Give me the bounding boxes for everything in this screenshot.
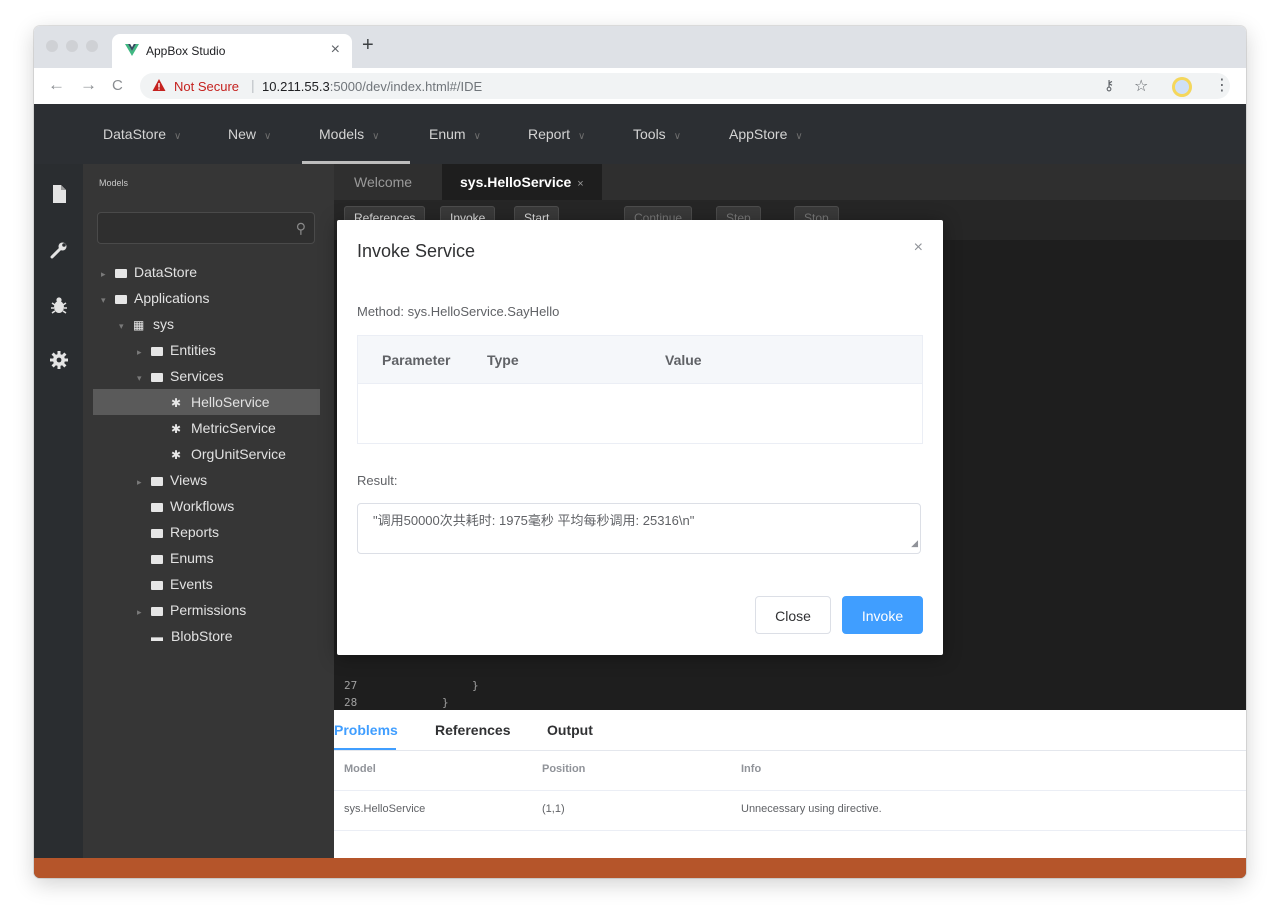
window-controls [46, 40, 98, 52]
close-icon[interactable]: × [914, 239, 923, 257]
reload-icon[interactable]: C [112, 77, 123, 94]
table-header: Parameter Type Value [358, 336, 922, 384]
minimize-window-button[interactable] [66, 40, 78, 52]
url-host: 10.211.55.3 [262, 79, 330, 94]
browser-tabbar: AppBox Studio × + [34, 26, 1246, 68]
parameter-table: Parameter Type Value [357, 335, 923, 444]
method-label: Method: sys.HelloService.SayHello [357, 304, 560, 319]
column-header-parameter: Parameter [382, 352, 451, 368]
back-icon[interactable]: ← [48, 75, 65, 95]
address-toolbar: ← → C Not Secure | 10.211.55.3:5000/dev/… [34, 68, 1246, 105]
vue-logo-icon [125, 44, 139, 56]
new-tab-button[interactable]: + [362, 34, 374, 57]
password-key-icon[interactable]: ⚷ [1104, 77, 1114, 94]
omnibox-separator: | [251, 77, 255, 93]
close-button[interactable]: Close [755, 596, 831, 634]
warning-icon [152, 79, 166, 91]
result-text: "调用50000次共耗时: 1975毫秒 平均每秒调用: 25316\n" [373, 513, 695, 528]
close-window-button[interactable] [46, 40, 58, 52]
forward-icon[interactable]: → [80, 75, 97, 95]
resize-grip-icon[interactable]: ◢ [911, 534, 918, 552]
browser-tab-title: AppBox Studio [146, 44, 226, 58]
app-root: DataStore ∨ New ∨ Models ∨ Enum ∨ Report ∨ To… [34, 104, 1246, 878]
column-header-type: Type [487, 352, 519, 368]
result-textarea[interactable]: "调用50000次共耗时: 1975毫秒 平均每秒调用: 25316\n" ◢ [357, 503, 921, 554]
browser-tab[interactable]: AppBox Studio × [112, 34, 352, 68]
invoke-button[interactable]: Invoke [842, 596, 923, 634]
browser-window: AppBox Studio × + ← → C Not Secure | 10.… [34, 26, 1246, 878]
result-label: Result: [357, 473, 398, 488]
modal-overlay: Invoke Service × Method: sys.HelloServic… [34, 104, 1246, 878]
invoke-service-dialog: Invoke Service × Method: sys.HelloServic… [337, 220, 943, 655]
dialog-title: Invoke Service [357, 241, 476, 261]
profile-avatar-icon[interactable] [1172, 77, 1192, 97]
not-secure-label[interactable]: Not Secure [174, 79, 239, 94]
url-path: :5000/dev/index.html#/IDE [329, 79, 483, 94]
browser-menu-icon[interactable]: ⋮ [1214, 75, 1230, 95]
tab-close-icon[interactable]: × [331, 41, 340, 59]
maximize-window-button[interactable] [86, 40, 98, 52]
column-header-value: Value [665, 352, 702, 368]
bookmark-star-icon[interactable]: ☆ [1134, 76, 1148, 96]
omnibox[interactable]: Not Secure | 10.211.55.3:5000/dev/index.… [140, 73, 1230, 99]
url-text[interactable]: 10.211.55.3:5000/dev/index.html#/IDE [262, 79, 482, 94]
